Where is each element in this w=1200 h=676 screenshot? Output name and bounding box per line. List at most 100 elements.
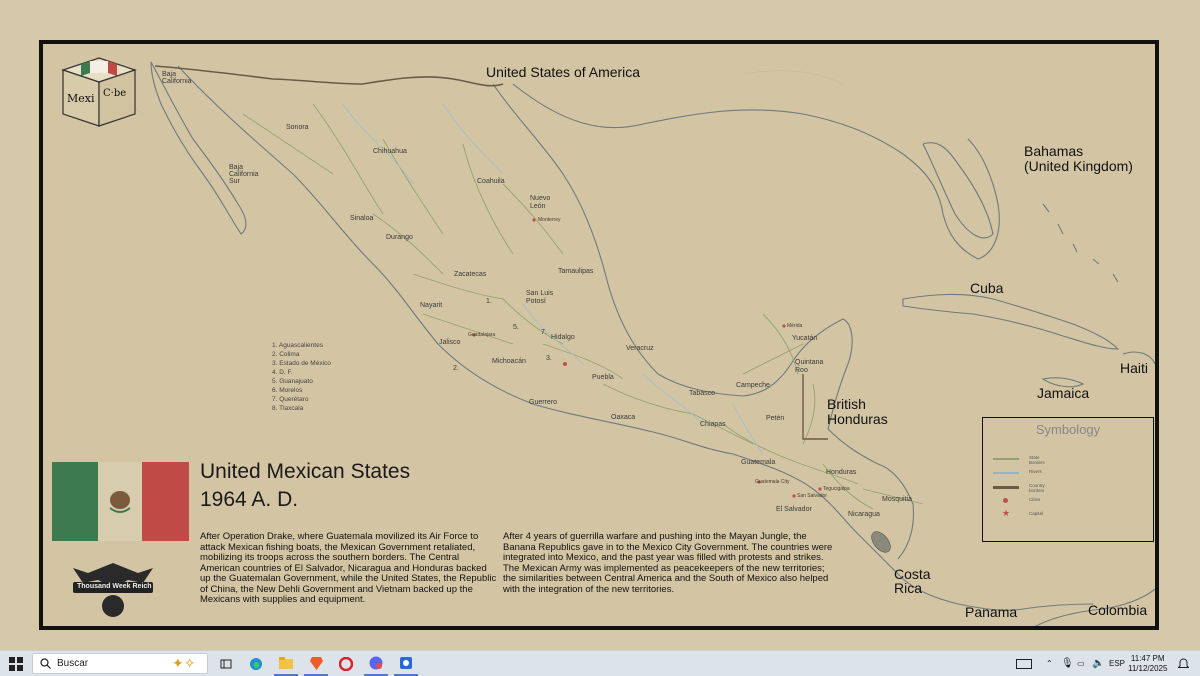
discord-icon <box>369 656 383 669</box>
city-dot-icon <box>1003 498 1008 503</box>
symbology-box: Symbology State Borders Rivers Country b… <box>982 417 1154 542</box>
label-sonora: Sonora <box>286 124 309 131</box>
label-quintana-roo: Quintana Roo <box>795 359 824 374</box>
legend-item: 2. Colima <box>272 351 300 358</box>
clock[interactable]: 11:47 PM 11/12/2025 <box>1128 651 1167 676</box>
title-line2: 1964 A. D. <box>200 488 299 511</box>
tegucigalpa-marker <box>818 487 822 491</box>
label-guatemala-city: Guatemala City <box>755 479 790 485</box>
windows-logo-icon <box>9 656 23 671</box>
label-haiti: Haiti <box>1120 360 1149 376</box>
label-colombia: Colombia <box>1088 602 1148 618</box>
app-button[interactable] <box>394 651 418 676</box>
app-icon <box>400 656 412 669</box>
logo-cube-text: C·be <box>103 88 127 99</box>
legend-item: 3. Estado de México <box>272 360 331 367</box>
search-icon <box>40 658 51 669</box>
notifications-icon[interactable] <box>1178 651 1189 676</box>
label-n1: 1. <box>486 298 492 305</box>
edge-icon <box>250 657 262 670</box>
keyboard-tray-icon[interactable] <box>1016 651 1032 676</box>
start-button[interactable] <box>4 651 28 676</box>
volume-icon[interactable]: 🔈 <box>1092 651 1104 676</box>
label-guadalajara: Guadalajara <box>468 332 496 338</box>
task-view-icon <box>220 659 232 668</box>
label-durango: Durango <box>386 234 413 241</box>
label-bahamas: Bahamas (United Kingdom) <box>1024 143 1133 174</box>
map-frame: Mexi C·be United States of America Baham… <box>39 40 1159 630</box>
language-indicator[interactable]: ESP <box>1109 651 1125 676</box>
label-mosquitia: Mosquitia <box>882 496 912 503</box>
legend-item: 1. Aguascalientes <box>272 342 323 349</box>
search-placeholder: Buscar <box>57 658 89 669</box>
chevron-up-icon[interactable]: ⌃ <box>1046 651 1053 676</box>
edge-button[interactable] <box>244 651 268 676</box>
taskbar: Buscar ✦✧ ⌃ 🎙 ▭ 🔈 ESP 11:47 PM 11/12/202… <box>0 650 1200 676</box>
label-cuba: Cuba <box>970 280 1004 296</box>
mexico-city-marker <box>563 362 567 366</box>
label-n7: 7. <box>541 329 547 336</box>
brave-button[interactable] <box>304 651 328 676</box>
label-baja-california-sur: Baja California Sur <box>229 164 259 185</box>
label-tabasco: Tabasco <box>689 390 716 397</box>
legend-item: 4. D. F. <box>272 369 293 376</box>
label-zacatecas: Zacatecas <box>454 271 487 278</box>
label-yucatan: Yucatán <box>792 335 818 342</box>
monterrey-marker <box>532 218 536 222</box>
label-coahuila: Coahuila <box>477 178 505 185</box>
capital-star-icon: ★ <box>1002 508 1011 518</box>
label-sinaloa: Sinaloa <box>350 215 374 222</box>
label-chiapas: Chiapas <box>700 421 726 428</box>
label-n2: 2. <box>453 365 459 372</box>
copilot-sparkle-icon: ✦✧ <box>172 655 196 671</box>
thousand-week-reich-emblem: Thousand Week Reich <box>68 558 158 620</box>
clock-time: 11:47 PM <box>1130 653 1165 663</box>
file-explorer-button[interactable] <box>274 651 298 676</box>
map-title: United Mexican States 1964 A. D. <box>200 458 410 514</box>
brave-icon <box>309 656 323 670</box>
symbology-title: Symbology <box>1035 422 1101 437</box>
emblem-text: Thousand Week Reich <box>77 583 152 590</box>
taskbar-search-box[interactable]: Buscar ✦✧ <box>32 653 208 674</box>
label-nicaragua: Nicaragua <box>848 511 880 518</box>
paragraph-left: After Operation Drake, where Guatemala m… <box>200 531 497 605</box>
opera-button[interactable] <box>334 651 358 676</box>
paragraph-right: After 4 years of guerrilla warfare and p… <box>503 531 833 595</box>
folder-icon <box>279 656 293 669</box>
label-jalisco: Jalisco <box>439 339 461 346</box>
opera-icon <box>339 656 353 671</box>
label-british-honduras: British Honduras <box>827 396 888 427</box>
label-puebla: Puebla <box>592 374 614 381</box>
label-nayarit: Nayarit <box>420 302 443 309</box>
label-monterrey: Monterrey <box>538 217 561 223</box>
microphone-icon[interactable]: 🎙 <box>1061 651 1074 676</box>
san-salvador-marker <box>792 494 796 498</box>
label-chihuahua: Chihuahua <box>373 148 407 155</box>
label-costa-rica: Costa Rica <box>894 566 931 596</box>
mexicube-logo: Mexi C·be <box>59 56 139 128</box>
label-nuevo-leon: Nuevo León <box>530 195 551 210</box>
label-oaxaca: Oaxaca <box>611 414 636 421</box>
label-merida: Mérida <box>787 323 803 329</box>
label-n5: 5. <box>513 324 519 331</box>
flag-red-band <box>142 462 189 541</box>
task-view-button[interactable] <box>214 651 238 676</box>
lake-nicaragua <box>871 531 891 553</box>
network-icon[interactable]: ▭ <box>1077 651 1085 676</box>
label-tamaulipas: Tamaulipas <box>558 268 594 275</box>
label-n3: 3. <box>546 355 552 362</box>
coat-of-arms-icon <box>109 491 131 513</box>
legend-item: 5. Guanajuato <box>272 378 313 385</box>
logo-mexi-text: Mexi <box>67 92 95 105</box>
label-jamaica: Jamaica <box>1037 385 1090 401</box>
mexico-flag <box>52 462 189 541</box>
label-san-salvador: San Salvador <box>797 493 828 499</box>
flag-green-band <box>52 462 98 541</box>
label-baja-california: Baja California <box>162 71 192 85</box>
label-michoacan: Michoacán <box>492 358 526 365</box>
label-panama: Panama <box>965 604 1018 620</box>
label-san-luis-potosi: San Luis Potosí <box>526 290 554 305</box>
label-tegucigalpa: Tegucigalpa <box>823 486 850 492</box>
label-veracruz: Veracruz <box>626 345 654 352</box>
discord-button[interactable] <box>364 651 388 676</box>
